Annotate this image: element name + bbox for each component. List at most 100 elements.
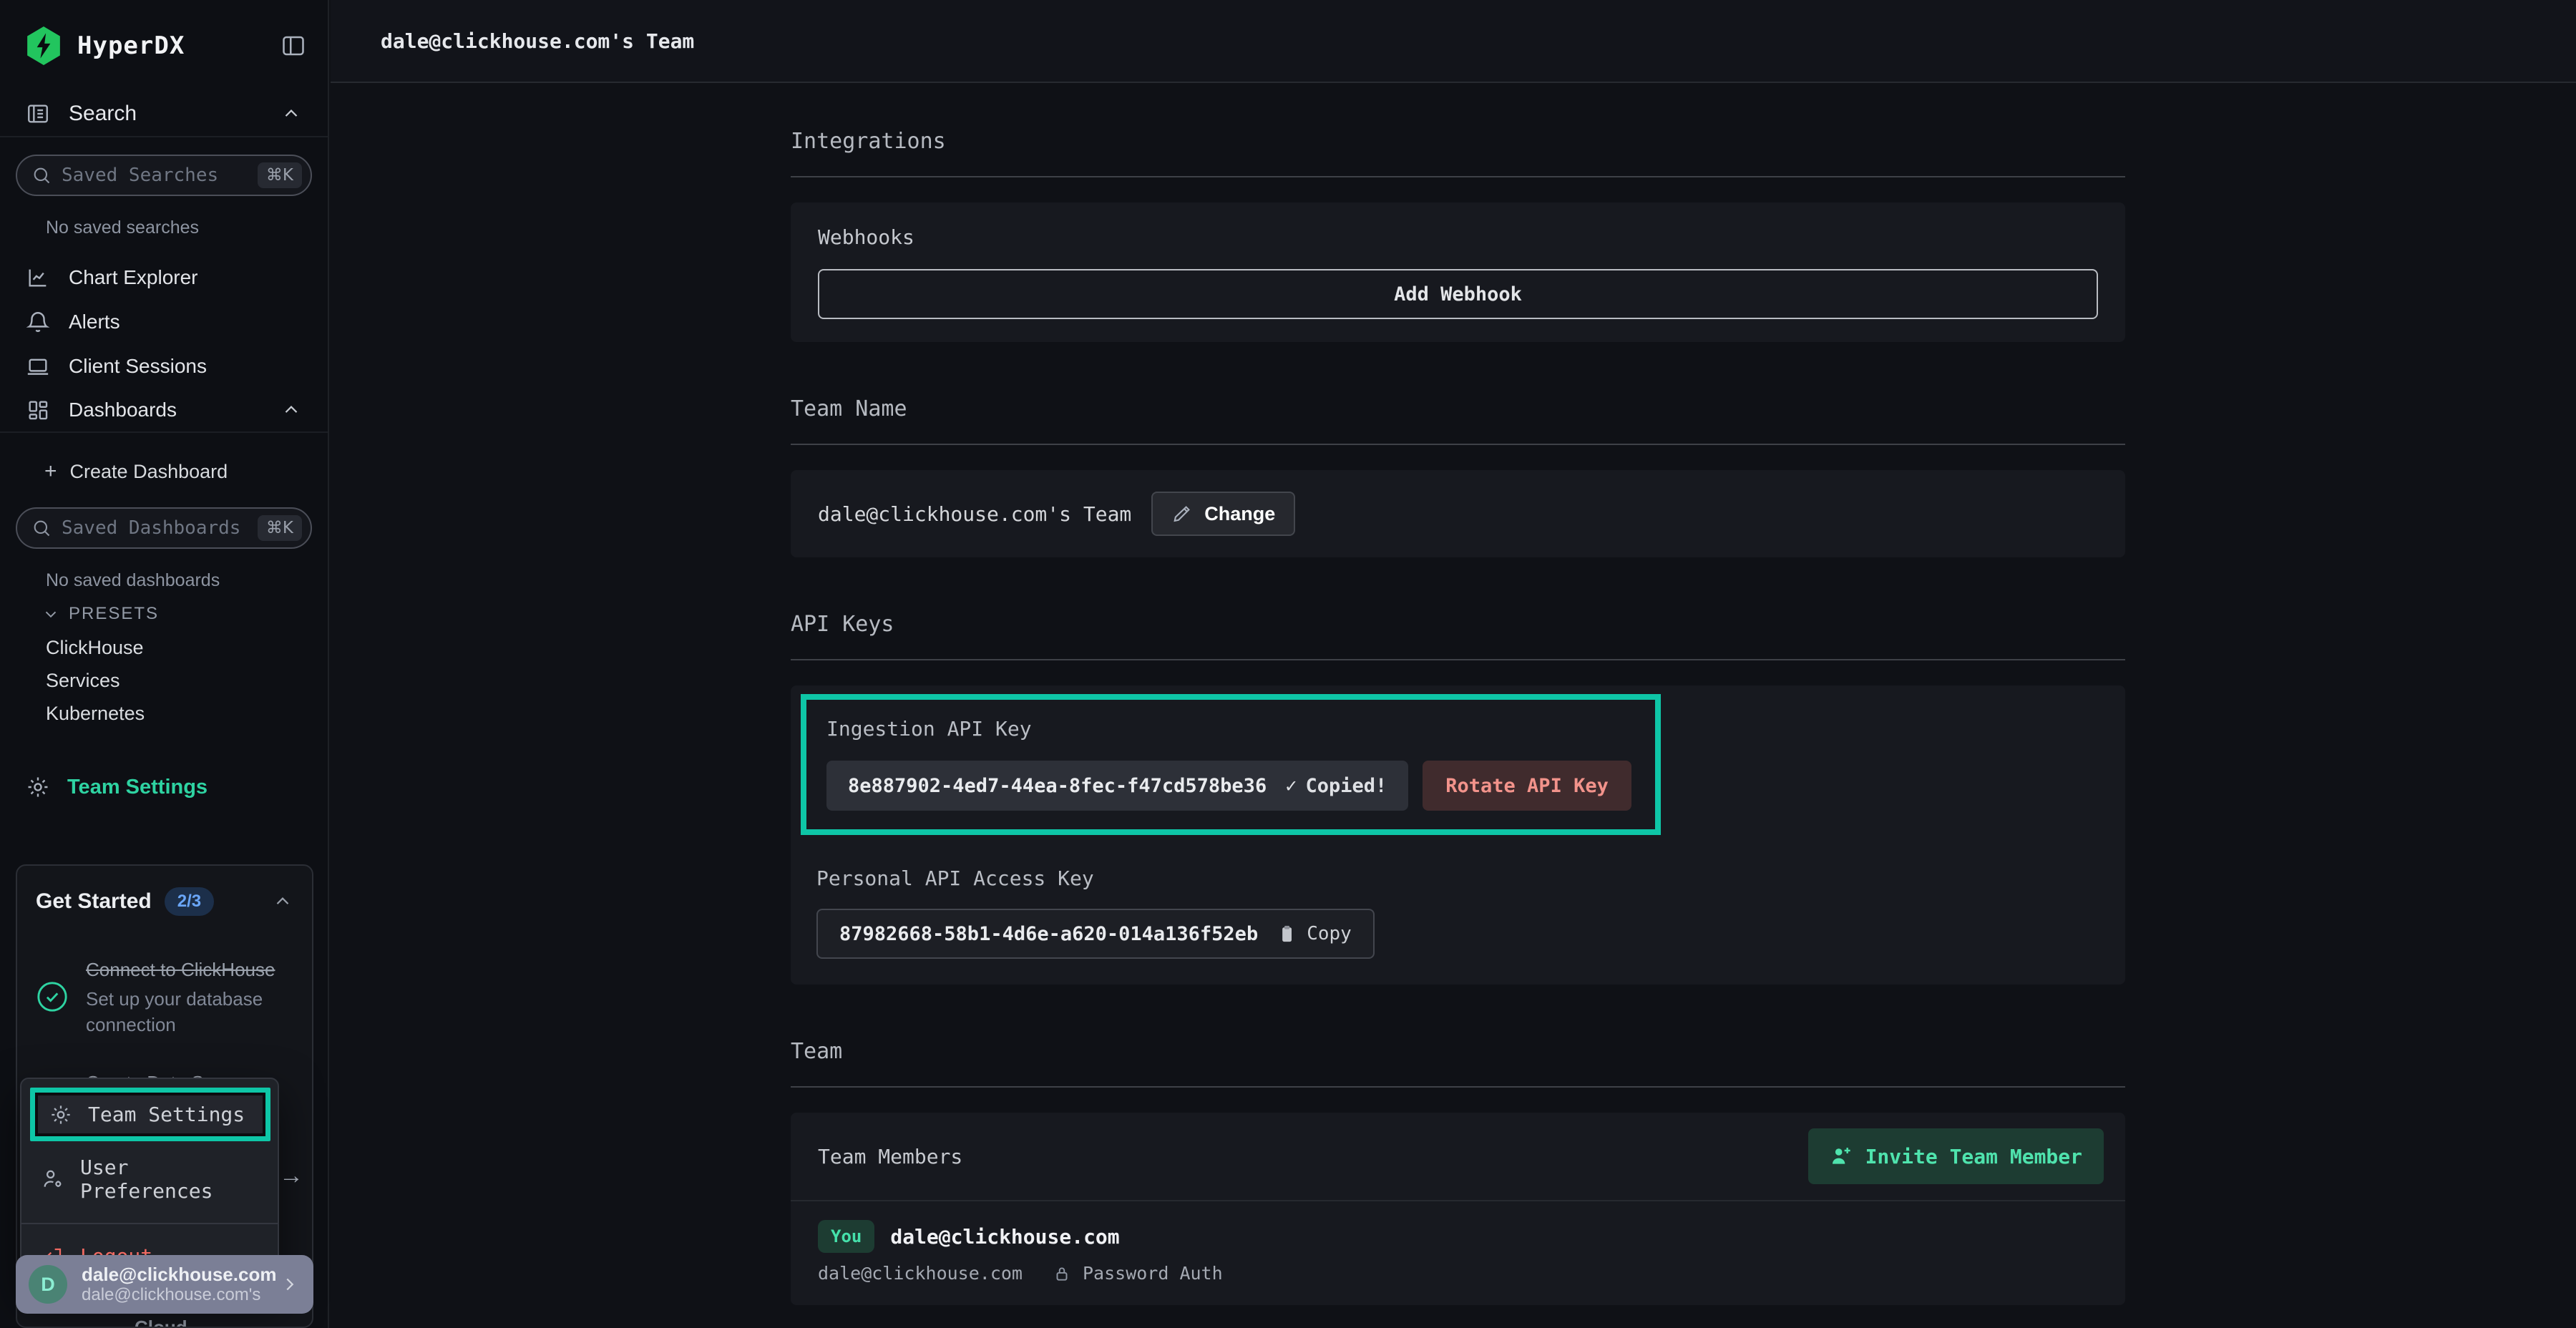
sidebar-item-client-sessions[interactable]: Client Sessions	[0, 344, 328, 389]
personal-api-key-label: Personal API Access Key	[816, 866, 2111, 890]
step-desc: Set up your database connection	[86, 986, 290, 1038]
section-rule	[791, 659, 2125, 660]
rotate-api-key-button[interactable]: Rotate API Key	[1423, 761, 1631, 811]
alerts-bell-icon	[26, 310, 50, 334]
gear-icon	[49, 1103, 72, 1126]
dashboards-grid-icon	[26, 398, 50, 422]
chevron-up-icon[interactable]	[280, 399, 302, 421]
saved-searches-field[interactable]	[62, 165, 258, 186]
preset-item-services[interactable]: Services	[46, 664, 328, 697]
team-name-heading: Team Name	[791, 395, 2125, 424]
ingestion-api-key-label: Ingestion API Key	[826, 717, 1635, 741]
sidebar: HyperDX Search ⌘K No saved searches	[0, 0, 329, 1328]
team-members-card: Team Members Invite Team Member You dale…	[791, 1113, 2125, 1305]
create-dashboard-label: Create Dashboard	[70, 461, 228, 483]
no-saved-dashboards-text: No saved dashboards	[46, 570, 328, 591]
annotation-highlight-team-settings: Team Settings	[30, 1088, 270, 1141]
collapse-sidebar-icon[interactable]	[280, 33, 306, 59]
shortcut-badge: ⌘K	[258, 162, 302, 188]
team-settings-label: Team Settings	[67, 776, 208, 799]
change-team-name-button[interactable]: Change	[1151, 492, 1295, 536]
sidebar-item-label: Alerts	[69, 311, 120, 333]
presets-toggle[interactable]: PRESETS	[42, 604, 328, 624]
step-title: Connect to ClickHouse	[86, 956, 290, 983]
sidebar-section-search[interactable]: Search	[0, 92, 328, 137]
search-icon	[31, 518, 52, 538]
user-profile-button[interactable]: D dale@clickhouse.com dale@clickhouse.co…	[16, 1255, 313, 1314]
team-members-title: Team Members	[818, 1145, 962, 1168]
section-rule	[791, 444, 2125, 445]
team-name-card: dale@clickhouse.com's Team Change	[791, 470, 2125, 557]
team-member-row: You dale@clickhouse.com dale@clickhouse.…	[791, 1201, 2125, 1305]
get-started-step-connect[interactable]: Connect to ClickHouse Set up your databa…	[36, 956, 293, 1038]
journal-search-icon	[26, 102, 50, 126]
presets-list: ClickHouse Services Kubernetes	[46, 631, 328, 730]
sidebar-item-label: Dashboards	[69, 399, 177, 421]
topbar: dale@clickhouse.com's Team	[331, 0, 2576, 83]
sidebar-item-alerts[interactable]: Alerts	[0, 300, 328, 344]
saved-searches-input[interactable]: ⌘K	[16, 155, 312, 196]
chevron-up-icon[interactable]	[280, 103, 302, 125]
api-keys-heading: API Keys	[791, 610, 2125, 639]
api-keys-card: Ingestion API Key 8e887902-4ed7-44ea-8fe…	[791, 685, 2125, 985]
annotation-highlight-ingestion-key: Ingestion API Key 8e887902-4ed7-44ea-8fe…	[801, 694, 1661, 835]
progress-badge: 2/3	[165, 887, 214, 916]
sidebar-item-label: Client Sessions	[69, 355, 207, 378]
change-button-label: Change	[1204, 503, 1275, 525]
chart-explorer-icon	[26, 265, 50, 290]
chevron-down-icon	[42, 605, 60, 623]
person-plus-icon	[1830, 1145, 1853, 1168]
hyperdx-logo-icon	[26, 26, 62, 65]
pencil-icon	[1171, 503, 1193, 524]
section-rule	[791, 176, 2125, 177]
preset-item-kubernetes[interactable]: Kubernetes	[46, 697, 328, 730]
main-area: dale@clickhouse.com's Team Integrations …	[331, 0, 2576, 1328]
client-sessions-laptop-icon	[26, 354, 50, 379]
search-icon	[31, 165, 52, 185]
chevron-up-icon[interactable]	[272, 891, 293, 912]
app-title: HyperDX	[77, 31, 185, 60]
member-email: dale@clickhouse.com	[818, 1263, 1023, 1284]
personal-api-key-value: 87982668-58b1-4d6e-a620-014a136f52eb	[839, 923, 1258, 945]
avatar: D	[29, 1265, 67, 1304]
saved-dashboards-input[interactable]: ⌘K	[16, 507, 312, 549]
sidebar-item-dashboards[interactable]: Dashboards	[0, 389, 328, 433]
user-subtitle: dale@clickhouse.com's	[82, 1285, 279, 1305]
webhooks-title: Webhooks	[818, 225, 2098, 249]
clipped-step-text: Cloud	[135, 1317, 187, 1328]
menu-divider	[21, 1223, 278, 1224]
page-title: dale@clickhouse.com's Team	[381, 29, 694, 53]
team-name-value: dale@clickhouse.com's Team	[818, 502, 1131, 526]
copy-button-label: Copy	[1307, 923, 1352, 944]
logo-row: HyperDX	[0, 0, 328, 92]
add-webhook-button[interactable]: Add Webhook	[818, 269, 2098, 319]
saved-dashboards-field[interactable]	[62, 517, 258, 539]
get-started-header[interactable]: Get Started 2/3	[36, 887, 293, 916]
ingestion-api-key-chip[interactable]: 8e887902-4ed7-44ea-8fec-f47cd578be36 ✓ C…	[826, 761, 1408, 811]
preset-item-clickhouse[interactable]: ClickHouse	[46, 631, 328, 664]
gear-icon	[26, 775, 50, 799]
member-auth-method: Password Auth	[1083, 1263, 1223, 1284]
chevron-right-icon	[279, 1274, 301, 1295]
webhooks-card: Webhooks Add Webhook	[791, 202, 2125, 342]
ingestion-api-key-value: 8e887902-4ed7-44ea-8fec-f47cd578be36	[848, 775, 1267, 797]
lock-icon	[1053, 1264, 1071, 1283]
no-saved-searches-text: No saved searches	[46, 218, 328, 238]
sidebar-nav: Chart Explorer Alerts Client Sessions Da…	[0, 255, 328, 433]
user-gear-icon	[42, 1168, 64, 1191]
sidebar-search-label: Search	[69, 102, 137, 126]
personal-api-key-chip[interactable]: 87982668-58b1-4d6e-a620-014a136f52eb Cop…	[816, 909, 1375, 959]
arrow-right-icon[interactable]: →	[279, 1162, 303, 1190]
sidebar-item-chart-explorer[interactable]: Chart Explorer	[0, 255, 328, 300]
clipboard-icon	[1277, 924, 1297, 944]
integrations-heading: Integrations	[791, 127, 2125, 156]
menu-item-user-preferences[interactable]: User Preferences	[21, 1144, 278, 1214]
sidebar-item-team-settings[interactable]: Team Settings	[0, 768, 328, 806]
plus-icon: +	[44, 459, 57, 484]
copied-label: Copied!	[1305, 775, 1387, 797]
create-dashboard-button[interactable]: + Create Dashboard	[0, 453, 328, 490]
check-circle-icon	[36, 980, 69, 1013]
section-rule	[791, 1086, 2125, 1088]
invite-team-member-button[interactable]: Invite Team Member	[1808, 1128, 2104, 1184]
menu-item-team-settings[interactable]: Team Settings	[38, 1095, 263, 1133]
